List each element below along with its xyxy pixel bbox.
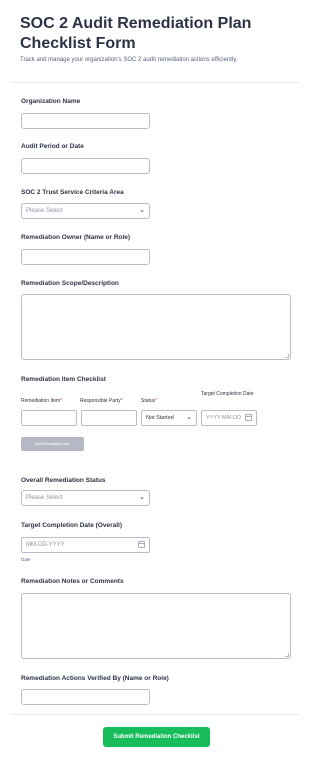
header-divider xyxy=(10,82,300,83)
scope-label: Remediation Scope/Description xyxy=(21,280,119,287)
target-date-label: Target Completion Date (Overall) xyxy=(21,522,123,529)
owner-label: Remediation Owner (Name or Role) xyxy=(21,234,131,241)
calendar-icon[interactable] xyxy=(138,541,145,548)
required-marker: * xyxy=(60,398,63,404)
criteria-area-label: SOC 2 Trust Service Criteria Area xyxy=(21,189,124,196)
form-header: SOC 2 Audit Remediation Plan Checklist F… xyxy=(20,14,300,64)
status-value: Not Started xyxy=(146,415,174,421)
required-marker: * xyxy=(120,398,123,404)
criteria-area-placeholder: Please Select xyxy=(26,208,63,214)
notes-label: Remediation Notes or Comments xyxy=(21,578,124,585)
calendar-icon[interactable] xyxy=(245,414,252,421)
audit-period-input[interactable] xyxy=(21,158,150,174)
verified-by-label: Remediation Actions Verified By (Name or… xyxy=(21,675,169,682)
row-date-input[interactable]: YYYY-MM-DD xyxy=(201,410,257,426)
org-name-input[interactable] xyxy=(21,113,150,129)
verified-by-input[interactable] xyxy=(21,689,150,705)
target-date-sublabel: Date xyxy=(21,557,31,562)
resize-handle-icon[interactable] xyxy=(285,653,289,657)
target-date-input[interactable]: MM-DD-YYYY xyxy=(21,537,150,553)
responsible-party-input[interactable] xyxy=(81,410,137,426)
footer-divider xyxy=(10,714,300,715)
row-date-placeholder: YYYY-MM-DD xyxy=(206,415,241,421)
required-marker: * xyxy=(155,398,158,404)
column-status-header: Status* xyxy=(141,398,158,404)
add-remediation-item-button[interactable]: Add Remediation Item xyxy=(21,437,84,451)
overall-status-label: Overall Remediation Status xyxy=(21,477,106,484)
form-subtitle: Track and manage your organization's SOC… xyxy=(20,57,238,63)
checklist-label: Remediation Item Checklist xyxy=(21,376,106,383)
owner-input[interactable] xyxy=(21,249,150,265)
remediation-item-input[interactable] xyxy=(21,410,77,426)
chevron-down-icon: ⌄ xyxy=(186,414,192,421)
notes-textarea[interactable] xyxy=(21,593,291,659)
column-item-header: Remediation Item* xyxy=(21,398,63,404)
criteria-area-select[interactable]: Please Select ⌄ xyxy=(21,203,150,219)
resize-handle-icon[interactable] xyxy=(285,354,289,358)
status-select[interactable]: Not Started ⌄ xyxy=(141,410,197,426)
submit-button[interactable]: Submit Remediation Checklist xyxy=(103,727,210,747)
form-title: SOC 2 Audit Remediation Plan Checklist F… xyxy=(20,15,252,52)
chevron-down-icon: ⌄ xyxy=(139,207,145,214)
overall-status-select[interactable]: Please Select ⌄ xyxy=(21,490,150,506)
column-party-header: Responsible Party* xyxy=(80,398,123,404)
org-name-label: Organization Name xyxy=(21,98,81,105)
scope-textarea[interactable] xyxy=(21,294,291,360)
overall-status-placeholder: Please Select xyxy=(26,495,63,501)
audit-period-label: Audit Period or Date xyxy=(21,143,84,150)
target-date-placeholder: MM-DD-YYYY xyxy=(26,542,65,548)
chevron-down-icon: ⌄ xyxy=(139,494,145,501)
column-date-header: Target Completion Date xyxy=(201,391,254,397)
